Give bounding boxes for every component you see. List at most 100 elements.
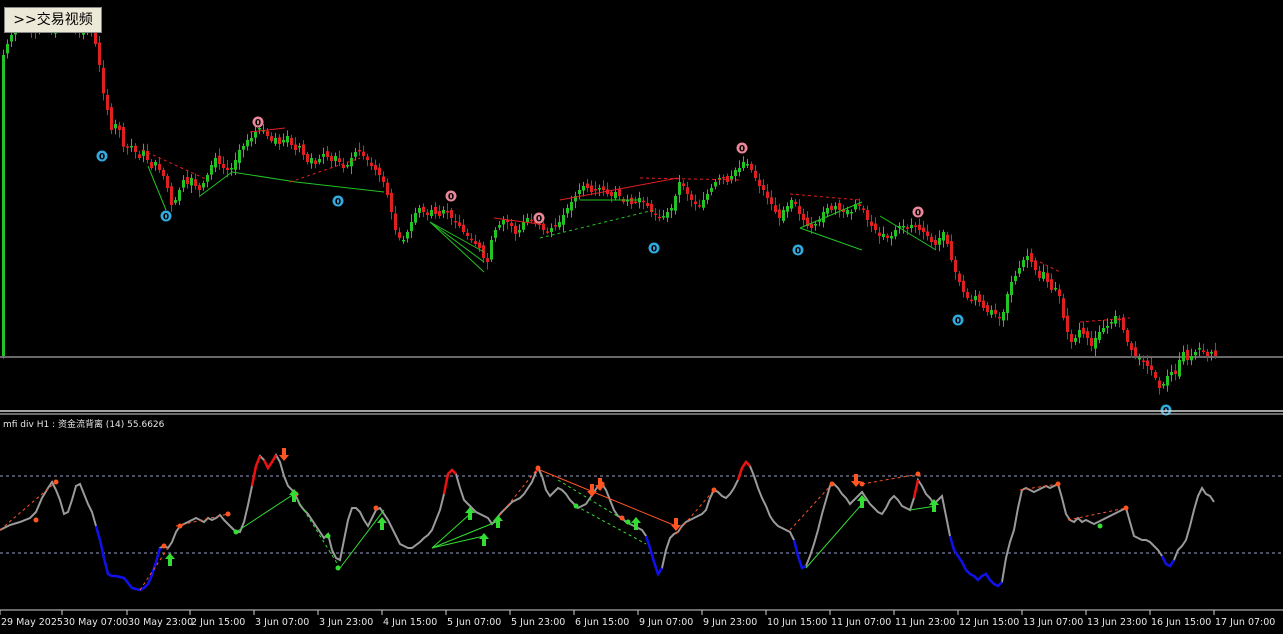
bear-candle (682, 183, 685, 186)
bear-candle (590, 185, 593, 192)
bull-candle (1078, 330, 1081, 338)
bull-candle (1182, 352, 1185, 362)
bull-candle (558, 222, 561, 228)
bearish-div-dot (225, 511, 231, 517)
bear-candle (958, 273, 961, 282)
chart-canvas[interactable]: 000000000000 (0, 0, 1283, 634)
bear-candle (314, 160, 317, 164)
bull-candle (790, 200, 793, 209)
bear-candle (474, 241, 477, 244)
bull-candle (298, 146, 301, 148)
bear-candle (342, 164, 345, 168)
bull-candle (154, 162, 157, 166)
indicator-label: mfi div H1 : 资金流背离 (14) 55.6626 (3, 417, 164, 430)
bear-candle (466, 232, 469, 236)
bull-candle (274, 138, 277, 144)
bull-candle (562, 215, 565, 225)
bull-candle (550, 228, 553, 232)
bull-candle (846, 210, 849, 215)
bear-candle (630, 197, 633, 204)
bear-candle (106, 94, 109, 110)
bear-candle (922, 227, 925, 232)
bear-candle (954, 259, 957, 272)
bear-candle (994, 309, 997, 314)
bull-candle (190, 178, 193, 186)
bearish-div-dot (1123, 505, 1129, 511)
bear-candle (170, 186, 173, 205)
bull-candle (894, 230, 897, 237)
bear-candle (754, 170, 757, 178)
bull-candle (354, 152, 357, 157)
bear-candle (386, 182, 389, 195)
bull-candle (674, 196, 677, 211)
bear-candle (1202, 350, 1205, 352)
bear-candle (1214, 350, 1217, 356)
bull-candle (706, 194, 709, 200)
bear-candle (810, 223, 813, 228)
bull-candle (662, 216, 665, 218)
bearish-div-dot (829, 481, 835, 487)
x-axis-tick-label: 4 Jun 15:00 (383, 617, 438, 628)
bear-candle (554, 225, 557, 227)
bull-candle (942, 232, 945, 241)
bear-candle (794, 201, 797, 204)
bull-candle (786, 206, 789, 212)
bull-candle (910, 225, 913, 229)
bear-candle (1090, 337, 1093, 346)
bull-candle (206, 175, 209, 182)
bull-candle (250, 138, 253, 142)
bear-candle (134, 145, 137, 152)
bull-candle (678, 182, 681, 195)
bear-candle (362, 151, 365, 156)
bear-candle (326, 151, 329, 157)
bull-candle (410, 222, 413, 232)
peak-marker-label: 0 (739, 145, 745, 155)
bear-candle (986, 305, 989, 312)
chart-background (0, 0, 1283, 634)
bullish-div-dot (573, 503, 579, 509)
bear-candle (306, 153, 309, 162)
bear-candle (1134, 347, 1137, 356)
bear-candle (654, 213, 657, 216)
bear-candle (338, 158, 341, 162)
bull-candle (1006, 294, 1009, 314)
bear-candle (266, 131, 269, 136)
bear-candle (458, 222, 461, 226)
bear-candle (874, 223, 877, 230)
bear-candle (646, 202, 649, 206)
trough-marker-label: 0 (335, 198, 341, 208)
bear-candle (198, 185, 201, 190)
bear-candle (934, 240, 937, 245)
bear-candle (1030, 253, 1033, 262)
bull-candle (1198, 348, 1201, 350)
bear-candle (470, 238, 473, 241)
bear-candle (390, 192, 393, 212)
bear-candle (186, 177, 189, 184)
indicator-name: mfi div H1 : 资金流背离 (14) (3, 420, 125, 430)
bear-candle (398, 232, 401, 238)
bull-candle (526, 218, 529, 222)
bear-candle (1186, 349, 1189, 360)
bull-candle (570, 202, 573, 211)
bear-candle (686, 187, 689, 194)
bull-candle (834, 206, 837, 210)
bear-candle (966, 291, 969, 298)
x-axis-tick-label: 13 Jun 23:00 (1087, 617, 1148, 628)
bull-candle (214, 158, 217, 168)
bull-candle (890, 236, 893, 239)
trough-marker-label: 0 (163, 213, 169, 223)
trade-video-button[interactable]: >>交易视频 (4, 7, 102, 33)
bear-candle (166, 175, 169, 188)
bear-candle (1082, 327, 1085, 334)
bear-candle (1070, 333, 1073, 342)
bull-candle (1190, 356, 1193, 361)
bear-candle (1150, 365, 1153, 370)
bear-candle (462, 224, 465, 232)
bear-candle (98, 42, 101, 65)
bull-candle (670, 208, 673, 211)
bear-candle (802, 213, 805, 220)
bull-candle (522, 222, 525, 230)
bear-candle (378, 167, 381, 175)
x-axis-tick-label: 9 Jun 23:00 (703, 617, 758, 628)
bear-candle (770, 197, 773, 204)
